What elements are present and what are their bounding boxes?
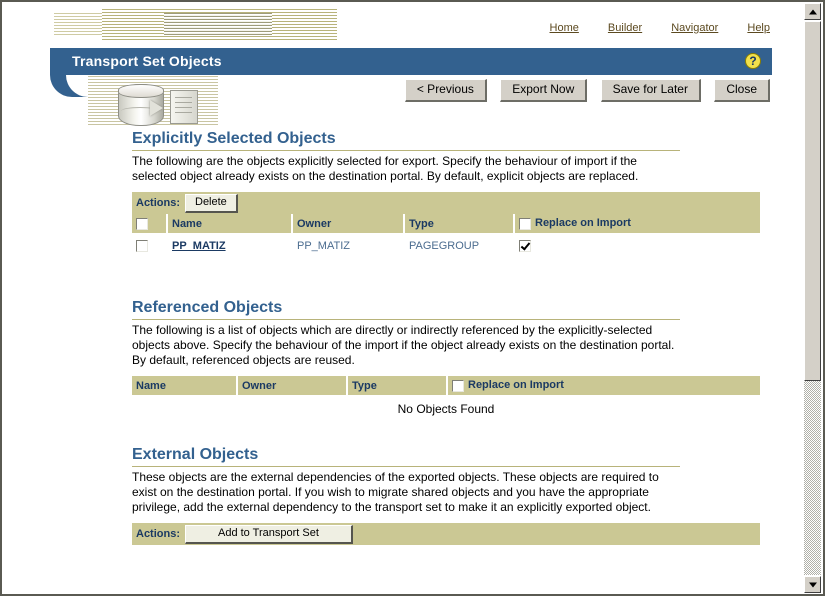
row-select-checkbox[interactable] bbox=[136, 240, 148, 253]
actions-label: Actions: bbox=[136, 528, 180, 540]
help-icon[interactable]: ? bbox=[745, 53, 761, 69]
header-type: Type bbox=[348, 376, 448, 395]
header-replace-on-import: Replace on Import bbox=[448, 376, 760, 395]
section-title: Referenced Objects bbox=[132, 299, 680, 320]
row-replace-cell bbox=[515, 233, 760, 257]
nav-link-navigator[interactable]: Navigator bbox=[671, 22, 718, 34]
application-window: Home Builder Navigator Help Transport Se… bbox=[0, 0, 825, 596]
header-name: Name bbox=[168, 214, 293, 233]
explicit-objects-table: Name Owner Type Replace on Import PP_MAT… bbox=[132, 214, 760, 257]
transfer-arrow-icon bbox=[150, 100, 163, 116]
save-for-later-button[interactable]: Save for Later bbox=[600, 79, 701, 102]
document-icon bbox=[170, 90, 198, 124]
global-navigation: Home Builder Navigator Help bbox=[550, 22, 770, 34]
page-content: Explicitly Selected Objects The followin… bbox=[132, 130, 762, 545]
header-replace-label: Replace on Import bbox=[468, 379, 564, 392]
header-owner: Owner bbox=[293, 214, 405, 233]
nav-link-home[interactable]: Home bbox=[550, 22, 579, 34]
row-replace-checkbox[interactable] bbox=[519, 240, 531, 253]
page-action-buttons: < Previous Export Now Save for Later Clo… bbox=[404, 79, 770, 102]
header-type: Type bbox=[405, 214, 515, 233]
page-canvas: Home Builder Navigator Help Transport Se… bbox=[2, 2, 802, 594]
page-title-bar: Transport Set Objects ? bbox=[50, 48, 772, 75]
scroll-up-button[interactable] bbox=[804, 3, 821, 20]
table-row: PP_MATIZ PP_MATIZ PAGEGROUP bbox=[132, 233, 760, 257]
nav-link-builder[interactable]: Builder bbox=[608, 22, 642, 34]
close-button[interactable]: Close bbox=[714, 79, 770, 102]
previous-button[interactable]: < Previous bbox=[404, 79, 487, 102]
banner-stripe-left bbox=[54, 13, 102, 37]
product-logo bbox=[102, 9, 337, 42]
section-description: These objects are the external dependenc… bbox=[132, 470, 659, 514]
section-description: The following is a list of objects which… bbox=[132, 323, 675, 367]
row-type-cell: PAGEGROUP bbox=[409, 240, 480, 252]
nav-link-help[interactable]: Help bbox=[747, 22, 770, 34]
explicit-actions-bar: Actions: Delete bbox=[132, 192, 760, 214]
row-owner-cell: PP_MATIZ bbox=[297, 240, 350, 252]
vertical-scrollbar[interactable] bbox=[802, 2, 823, 594]
header-owner: Owner bbox=[238, 376, 348, 395]
section-referenced-objects: Referenced Objects The following is a li… bbox=[132, 299, 762, 416]
replace-all-checkbox[interactable] bbox=[519, 217, 531, 230]
page-title: Transport Set Objects bbox=[72, 53, 222, 69]
section-title: Explicitly Selected Objects bbox=[132, 130, 680, 151]
section-explicitly-selected-objects: Explicitly Selected Objects The followin… bbox=[132, 130, 762, 257]
top-banner: Home Builder Navigator Help bbox=[2, 2, 802, 48]
transport-set-illustration bbox=[88, 76, 218, 132]
scrollbar-thumb[interactable] bbox=[804, 21, 821, 381]
external-actions-bar: Actions: Add to Transport Set bbox=[132, 523, 760, 545]
section-title: External Objects bbox=[132, 446, 680, 467]
scroll-up-icon bbox=[808, 9, 817, 14]
table-header-row: Name Owner Type Replace on Import bbox=[132, 376, 760, 395]
header-replace-label: Replace on Import bbox=[535, 217, 631, 230]
referenced-objects-table: Name Owner Type Replace on Import bbox=[132, 376, 760, 395]
delete-button[interactable]: Delete bbox=[185, 193, 238, 213]
row-select-cell bbox=[132, 233, 168, 257]
select-all-checkbox[interactable] bbox=[136, 217, 148, 230]
header-select-all bbox=[132, 214, 168, 233]
scroll-down-button[interactable] bbox=[804, 576, 821, 593]
header-name: Name bbox=[132, 376, 238, 395]
replace-all-checkbox[interactable] bbox=[452, 379, 464, 392]
header-replace-on-import: Replace on Import bbox=[515, 214, 760, 233]
referenced-empty-message: No Objects Found bbox=[397, 402, 495, 416]
section-external-objects: External Objects These objects are the e… bbox=[132, 446, 762, 545]
row-name-cell: PP_MATIZ bbox=[168, 233, 293, 257]
add-to-transport-set-button[interactable]: Add to Transport Set bbox=[185, 524, 353, 544]
object-name-link[interactable]: PP_MATIZ bbox=[172, 240, 226, 252]
scroll-down-icon bbox=[808, 582, 817, 587]
section-description: The following are the objects explicitly… bbox=[132, 154, 639, 183]
export-now-button[interactable]: Export Now bbox=[500, 79, 588, 102]
actions-label: Actions: bbox=[136, 197, 180, 209]
table-header-row: Name Owner Type Replace on Import bbox=[132, 214, 760, 233]
